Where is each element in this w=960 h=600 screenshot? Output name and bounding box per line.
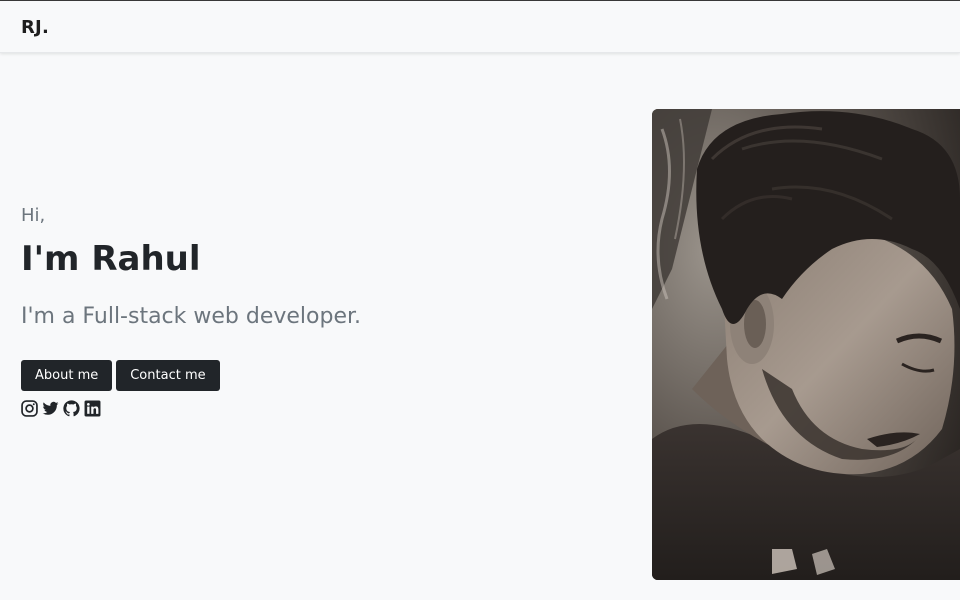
- social-links: [21, 400, 101, 417]
- hero-buttons: About me Contact me: [21, 360, 220, 391]
- brand-logo[interactable]: RJ.: [21, 17, 49, 39]
- profile-photo: [652, 109, 960, 580]
- navbar: RJ.: [0, 1, 960, 53]
- about-me-button[interactable]: About me: [21, 360, 113, 391]
- hero-greeting: Hi,: [21, 205, 46, 226]
- hero-tagline: I'm a Full-stack web developer.: [21, 304, 362, 329]
- contact-me-button[interactable]: Contact me: [116, 360, 220, 391]
- hero-section: Hi, I'm Rahul I'm a Full-stack web devel…: [21, 204, 361, 417]
- twitter-icon[interactable]: [42, 400, 59, 417]
- github-icon[interactable]: [63, 400, 80, 417]
- hero-name: I'm Rahul: [21, 239, 201, 279]
- instagram-icon[interactable]: [21, 400, 38, 417]
- linkedin-icon[interactable]: [84, 400, 101, 417]
